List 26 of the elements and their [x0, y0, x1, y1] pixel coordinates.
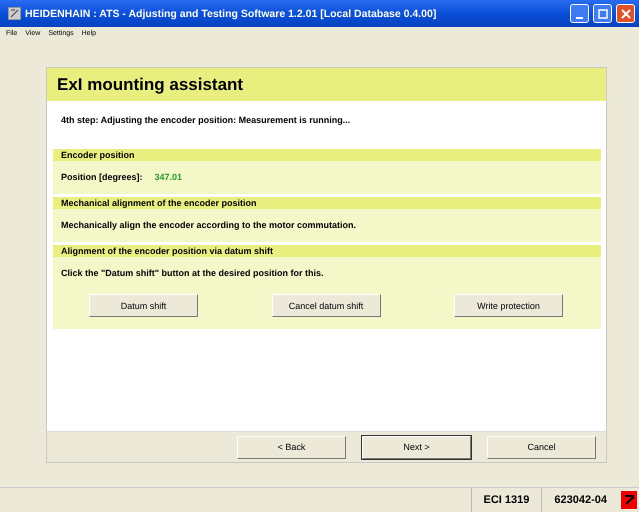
nav-button[interactable]: Next > [362, 436, 471, 458]
step-text: 4th step: Adjusting the encoder position: Measurement is running... [60, 114, 352, 127]
window-title: HEIDENHAIN : ATS - Adjusting and Testing Software 1.2.01 [Local Database 0.4.00] [25, 8, 438, 20]
position-label: Position [degrees]: [61, 172, 143, 182]
assistant-title: ExI mounting assistant [47, 68, 606, 101]
minimize-button[interactable] [570, 4, 589, 23]
section-heading: Alignment of the encoder position via datum shift [53, 245, 601, 257]
position-value: 347.01 [154, 172, 182, 182]
instruction-text: Click the "Datum shift" button at the desired position for this. [61, 268, 325, 278]
app-icon [8, 7, 21, 20]
action-button[interactable]: Datum shift [89, 294, 198, 317]
action-button[interactable]: Write protection [454, 294, 563, 317]
action-button[interactable]: Cancel datum shift [272, 294, 380, 317]
close-icon [620, 8, 630, 18]
close-button[interactable] [616, 4, 635, 23]
nav-button[interactable]: Cancel [487, 436, 596, 458]
nav-button[interactable]: < Back [237, 436, 346, 458]
connection-icon [621, 491, 637, 509]
section-heading: Mechanical alignment of the encoder position [53, 197, 601, 209]
minimize-icon [576, 16, 583, 18]
maximize-button[interactable] [593, 4, 612, 23]
device-status: ECI 1319 [470, 488, 542, 512]
section-heading: Encoder position [53, 149, 601, 161]
id-status: 623042-04 [541, 488, 619, 512]
instruction-text: Mechanically align the encoder according to the motor commutation. [61, 220, 358, 230]
maximize-icon [598, 8, 608, 18]
